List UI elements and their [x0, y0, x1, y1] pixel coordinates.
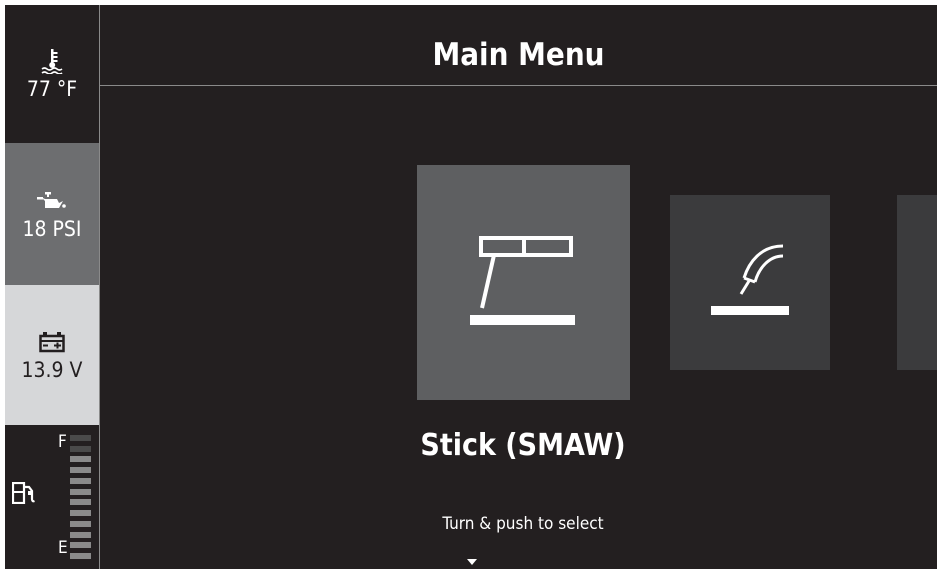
fuel-empty-label: E	[58, 538, 68, 558]
select-hint: Turn & push to select	[442, 514, 604, 534]
header-divider	[100, 85, 937, 86]
fuel-level-segment	[70, 467, 91, 474]
fuel-level-segment	[70, 510, 91, 517]
sidebar-divider	[99, 5, 100, 569]
coolant-temperature-icon	[41, 46, 63, 76]
fuel-gauge: F E	[5, 425, 99, 569]
mig-torch-icon	[709, 244, 791, 322]
fuel-level-segment	[70, 531, 91, 538]
oil-pressure-value: 18 PSI	[22, 217, 82, 241]
battery-icon	[39, 327, 65, 357]
fuel-pump-icon	[11, 481, 36, 508]
fuel-level-segment	[70, 477, 91, 484]
battery-voltage-value: 13.9 V	[21, 358, 83, 382]
stick-welding-icon	[469, 233, 579, 332]
fuel-level-segment	[70, 445, 91, 452]
mode-tile-next[interactable]	[897, 195, 937, 370]
fuel-level-segment	[70, 542, 91, 549]
temperature-gauge: 77 °F	[5, 5, 99, 143]
fuel-level-segment	[70, 520, 91, 527]
fuel-level-segment	[70, 456, 91, 463]
welder-display: 77 °F 18 PSI 13.9 V F E Main Menu Stick …	[5, 5, 937, 569]
temperature-value: 77 °F	[26, 77, 78, 101]
oil-can-icon	[37, 186, 67, 216]
mode-tile-mig[interactable]	[670, 195, 830, 370]
fuel-level-segment	[70, 553, 91, 559]
fuel-level-segment	[70, 499, 91, 506]
fuel-full-label: F	[58, 432, 67, 452]
page-title: Main Menu	[432, 37, 605, 73]
fuel-level-segment	[70, 488, 91, 495]
battery-gauge: 13.9 V	[5, 285, 99, 425]
gauge-sidebar: 77 °F 18 PSI 13.9 V F E	[5, 5, 99, 569]
selected-mode-label: Stick (SMAW)	[420, 428, 626, 463]
fuel-level-segment	[70, 435, 91, 441]
mode-tile-stick[interactable]	[417, 165, 630, 400]
down-arrow-icon	[467, 550, 477, 569]
oil-pressure-gauge: 18 PSI	[5, 143, 99, 285]
